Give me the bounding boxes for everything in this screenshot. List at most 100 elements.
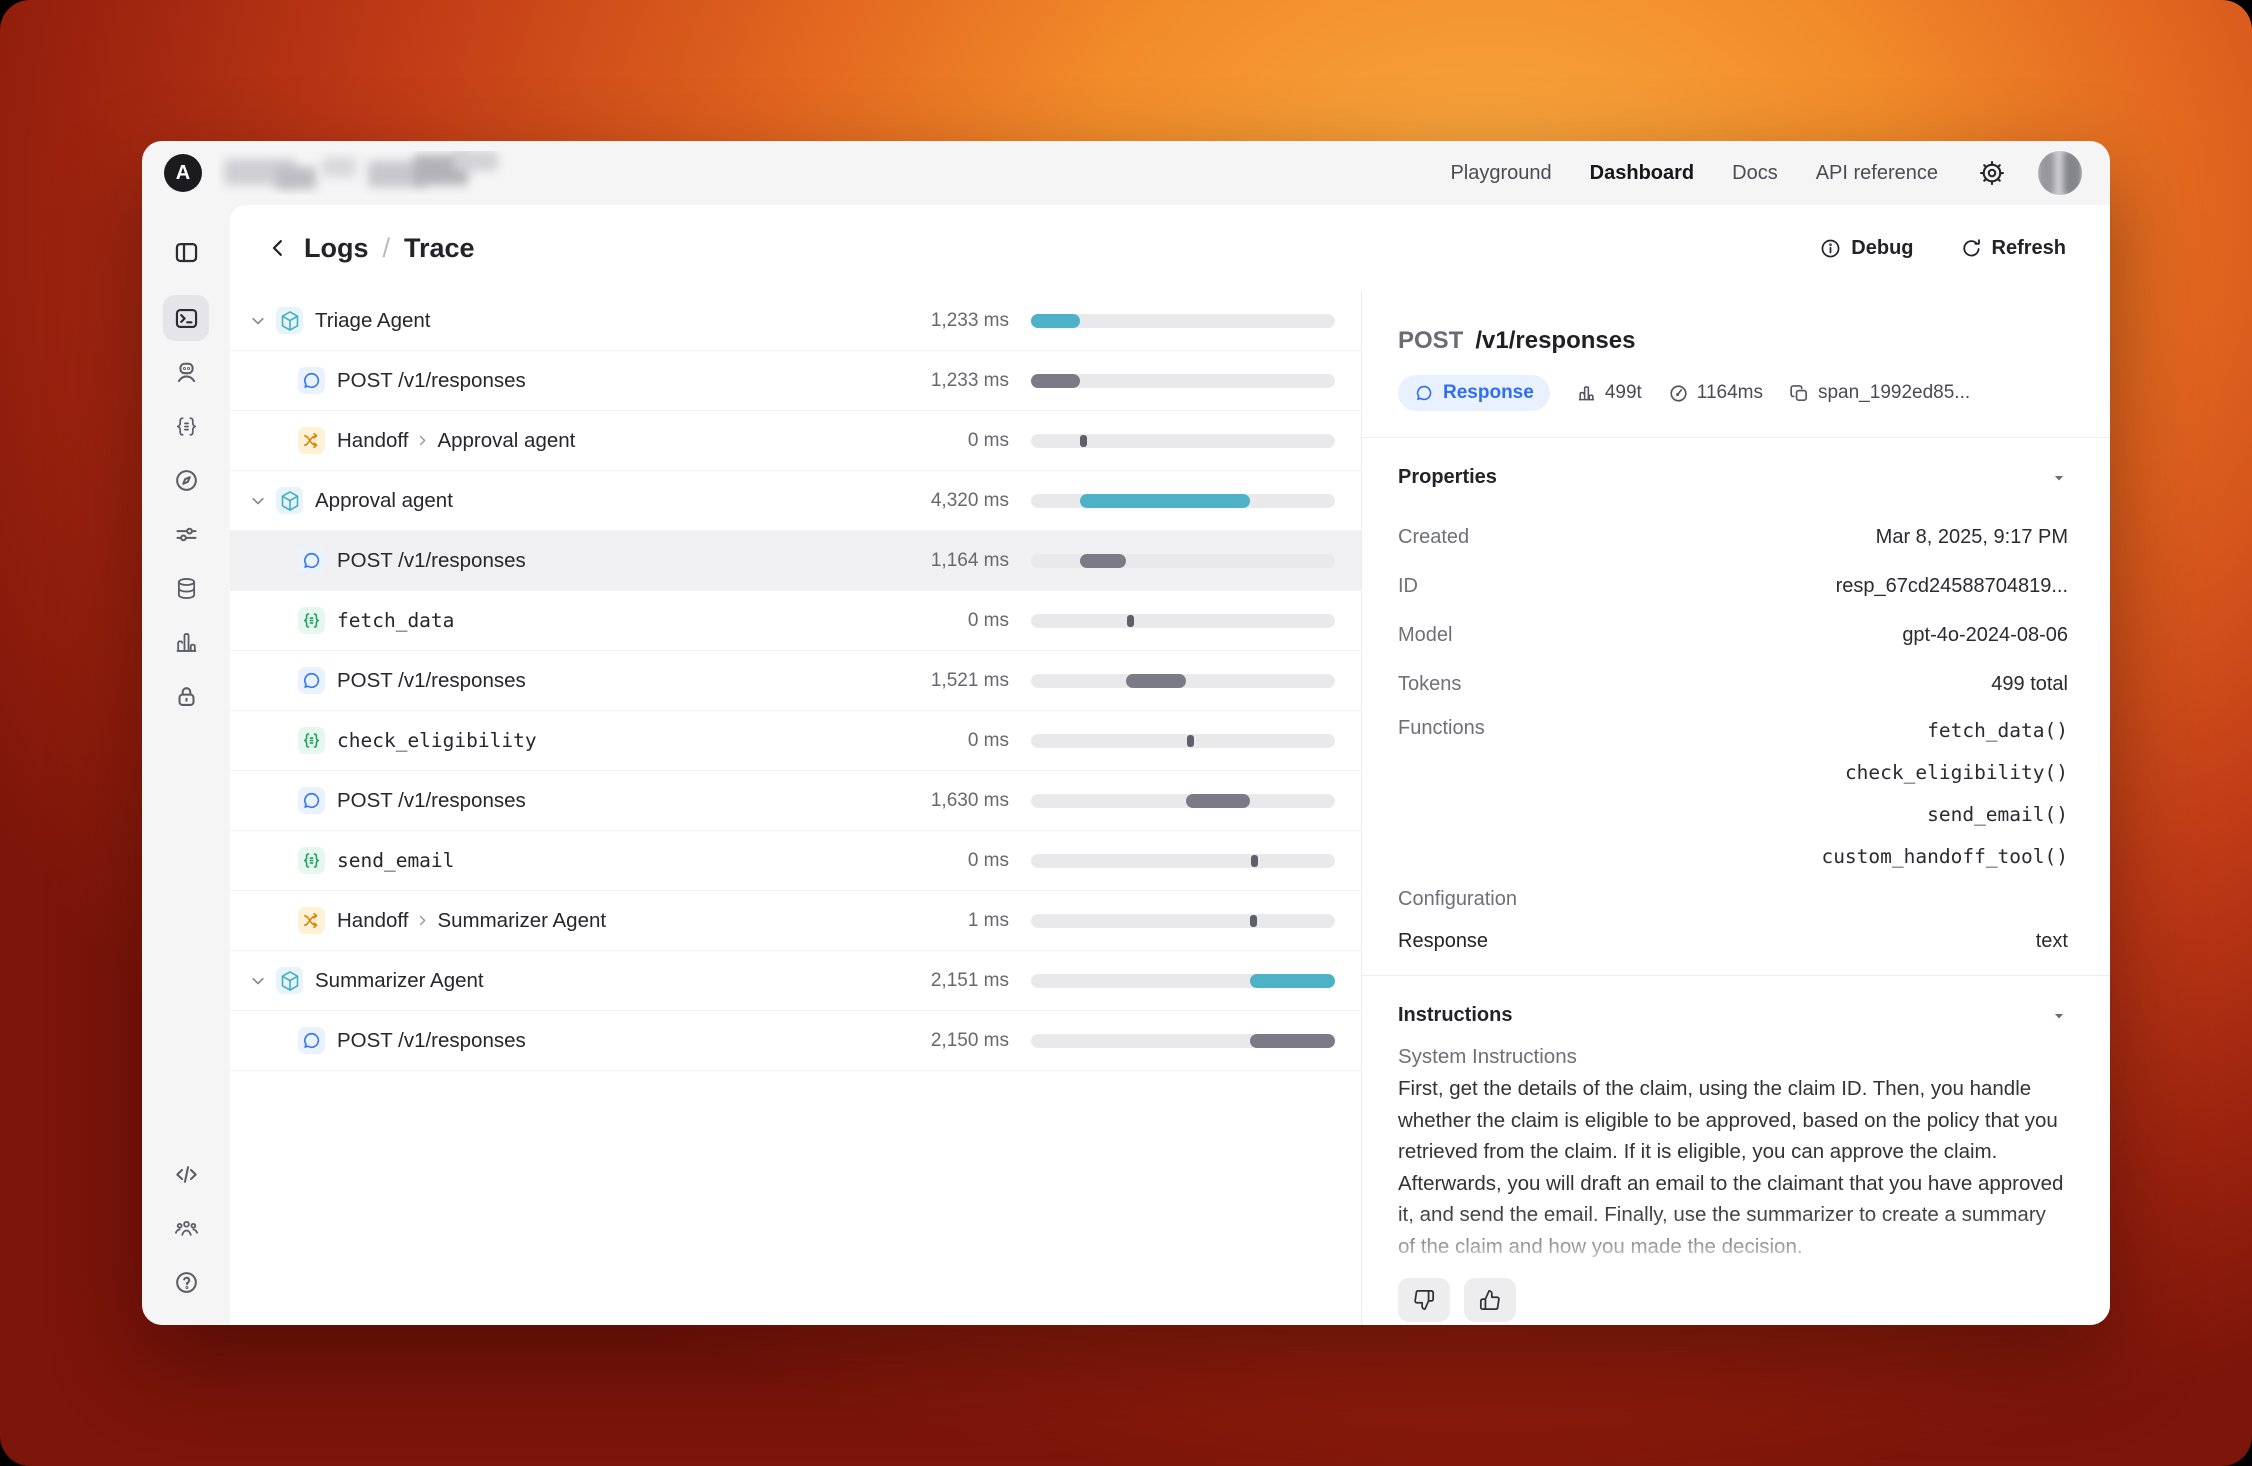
system-instructions-label: System Instructions	[1398, 1045, 2068, 1069]
org-logo[interactable]: A	[164, 154, 202, 192]
braces-fn-icon	[298, 847, 325, 874]
trace-row-send-email[interactable]: send_email0 ms	[230, 831, 1361, 891]
sidebar-code-icon[interactable]	[163, 1151, 209, 1197]
chat-bubble-icon	[1414, 383, 1434, 403]
chevron-down-icon[interactable]	[248, 971, 268, 991]
span-label: POST /v1/responses	[337, 369, 526, 393]
span-label: send_email	[337, 849, 454, 872]
nav-item-api-reference[interactable]: API reference	[1816, 162, 1938, 185]
sidebar-braces-icon[interactable]	[163, 403, 209, 449]
instructions-title: Instructions	[1398, 1004, 1512, 1027]
sidebar-people-icon[interactable]	[163, 1205, 209, 1251]
sidebar-bar-chart-icon[interactable]	[163, 619, 209, 665]
trace-row-post-v1-responses[interactable]: POST /v1/responses1,521 ms	[230, 651, 1361, 711]
trace-row-triage-agent[interactable]: Triage Agent1,233 ms	[230, 291, 1361, 351]
span-id-value: span_1992ed85...	[1818, 382, 1970, 404]
info-icon	[1819, 237, 1842, 260]
span-title: POST/v1/responses	[1398, 327, 2068, 355]
span-id-badge[interactable]: span_1992ed85...	[1789, 382, 1970, 404]
nav-item-dashboard[interactable]: Dashboard	[1590, 162, 1694, 185]
sidebar-compass-icon[interactable]	[163, 457, 209, 503]
chat-bubble-icon	[298, 667, 325, 694]
trace-row-summarizer-agent[interactable]: Summarizer Agent2,151 ms	[230, 951, 1361, 1011]
functions-label: Functions	[1398, 709, 1485, 740]
sidebar-panel-left-icon[interactable]	[163, 229, 209, 275]
span-label: POST /v1/responses	[337, 549, 526, 573]
thumbs-down-button[interactable]	[1398, 1278, 1450, 1322]
sidebar-assistant-icon[interactable]	[163, 349, 209, 395]
timeline-track	[1031, 734, 1335, 748]
chevron-down-icon[interactable]	[248, 311, 268, 331]
debug-label: Debug	[1851, 237, 1913, 260]
property-value: resp_67cd24588704819...	[1836, 575, 2068, 598]
span-label: Triage Agent	[315, 309, 430, 333]
thumbs-up-button[interactable]	[1464, 1278, 1516, 1322]
collapse-caret-icon[interactable]	[2050, 1007, 2068, 1025]
timeline-bar	[1250, 974, 1335, 988]
gauge-icon	[1668, 383, 1689, 404]
nav-item-docs[interactable]: Docs	[1732, 162, 1778, 185]
property-label: Model	[1398, 624, 1452, 647]
trace-row-handoff[interactable]: HandoffSummarizer Agent1 ms	[230, 891, 1361, 951]
sidebar-bottom-group	[163, 1151, 209, 1305]
trace-row-post-v1-responses[interactable]: POST /v1/responses2,150 ms	[230, 1011, 1361, 1071]
refresh-button[interactable]: Refresh	[1960, 237, 2066, 260]
system-instructions-text: First, get the details of the claim, usi…	[1398, 1073, 2066, 1262]
timeline-track	[1031, 434, 1335, 448]
property-row-id: ID resp_67cd24588704819...	[1398, 562, 2068, 611]
function-name: fetch_data()	[1927, 709, 2068, 751]
page-title: Trace	[404, 233, 475, 264]
settings-gear-icon[interactable]	[1972, 153, 2012, 193]
handoff-target-label: Approval agent	[437, 429, 575, 453]
timeline-bar	[1080, 554, 1126, 568]
timeline-track	[1031, 554, 1335, 568]
timeline-track	[1031, 674, 1335, 688]
org-logo-letter: A	[176, 162, 190, 185]
back-chevron-icon[interactable]	[266, 236, 290, 260]
collapse-caret-icon[interactable]	[2050, 469, 2068, 487]
sidebar-lock-icon[interactable]	[163, 673, 209, 719]
property-row-model: Modelgpt-4o-2024-08-06	[1398, 611, 2068, 660]
trace-row-approval-agent[interactable]: Approval agent4,320 ms	[230, 471, 1361, 531]
sidebar-terminal-icon[interactable]	[163, 295, 209, 341]
timeline-bar	[1186, 794, 1250, 808]
icon-sidebar	[142, 205, 230, 1325]
thumbs-up-icon	[1479, 1289, 1501, 1311]
response-badge-label: Response	[1443, 382, 1534, 404]
trace-row-handoff[interactable]: HandoffApproval agent0 ms	[230, 411, 1361, 471]
response-badge[interactable]: Response	[1398, 375, 1550, 411]
user-avatar[interactable]	[2038, 151, 2082, 195]
app-window: A Playground Dashboard Docs API reference L…	[142, 141, 2110, 1325]
trace-row-fetch-data[interactable]: fetch_data0 ms	[230, 591, 1361, 651]
chevron-down-icon[interactable]	[248, 491, 268, 511]
chat-bubble-icon	[298, 1027, 325, 1054]
span-duration: 1,521 ms	[931, 670, 1031, 692]
property-row-created: CreatedMar 8, 2025, 9:17 PM	[1398, 513, 2068, 562]
function-name: custom_handoff_tool()	[1821, 835, 2068, 877]
trace-span-list: Triage Agent1,233 msPOST /v1/responses1,…	[230, 291, 1362, 1325]
span-label: Handoff	[337, 429, 408, 453]
span-duration: 1 ms	[968, 910, 1031, 932]
breadcrumb: Logs / Trace	[266, 233, 475, 264]
response-format-row: Response text	[1398, 921, 2068, 961]
timeline-track	[1031, 914, 1335, 928]
span-duration: 1,164 ms	[931, 550, 1031, 572]
sidebar-help-icon[interactable]	[163, 1259, 209, 1305]
trace-row-check-eligibility[interactable]: check_eligibility0 ms	[230, 711, 1361, 771]
trace-row-post-v1-responses[interactable]: POST /v1/responses1,233 ms	[230, 351, 1361, 411]
trace-row-post-v1-responses[interactable]: POST /v1/responses1,630 ms	[230, 771, 1361, 831]
nav-item-playground[interactable]: Playground	[1450, 162, 1551, 185]
braces-fn-icon	[298, 607, 325, 634]
configuration-row: Configuration	[1398, 877, 2068, 921]
span-label: Handoff	[337, 909, 408, 933]
breadcrumb-logs[interactable]: Logs	[304, 233, 369, 264]
span-detail-header: POST/v1/responses Response 499t	[1362, 291, 2110, 438]
sidebar-sliders-icon[interactable]	[163, 511, 209, 557]
property-row-tokens: Tokens499 total	[1398, 660, 2068, 709]
property-label: ID	[1398, 575, 1418, 598]
timeline-track	[1031, 314, 1335, 328]
trace-row-post-v1-responses[interactable]: POST /v1/responses 1,164 ms	[230, 531, 1361, 591]
span-detail-panel: POST/v1/responses Response 499t	[1362, 291, 2110, 1325]
debug-button[interactable]: Debug	[1819, 237, 1913, 260]
sidebar-database-icon[interactable]	[163, 565, 209, 611]
